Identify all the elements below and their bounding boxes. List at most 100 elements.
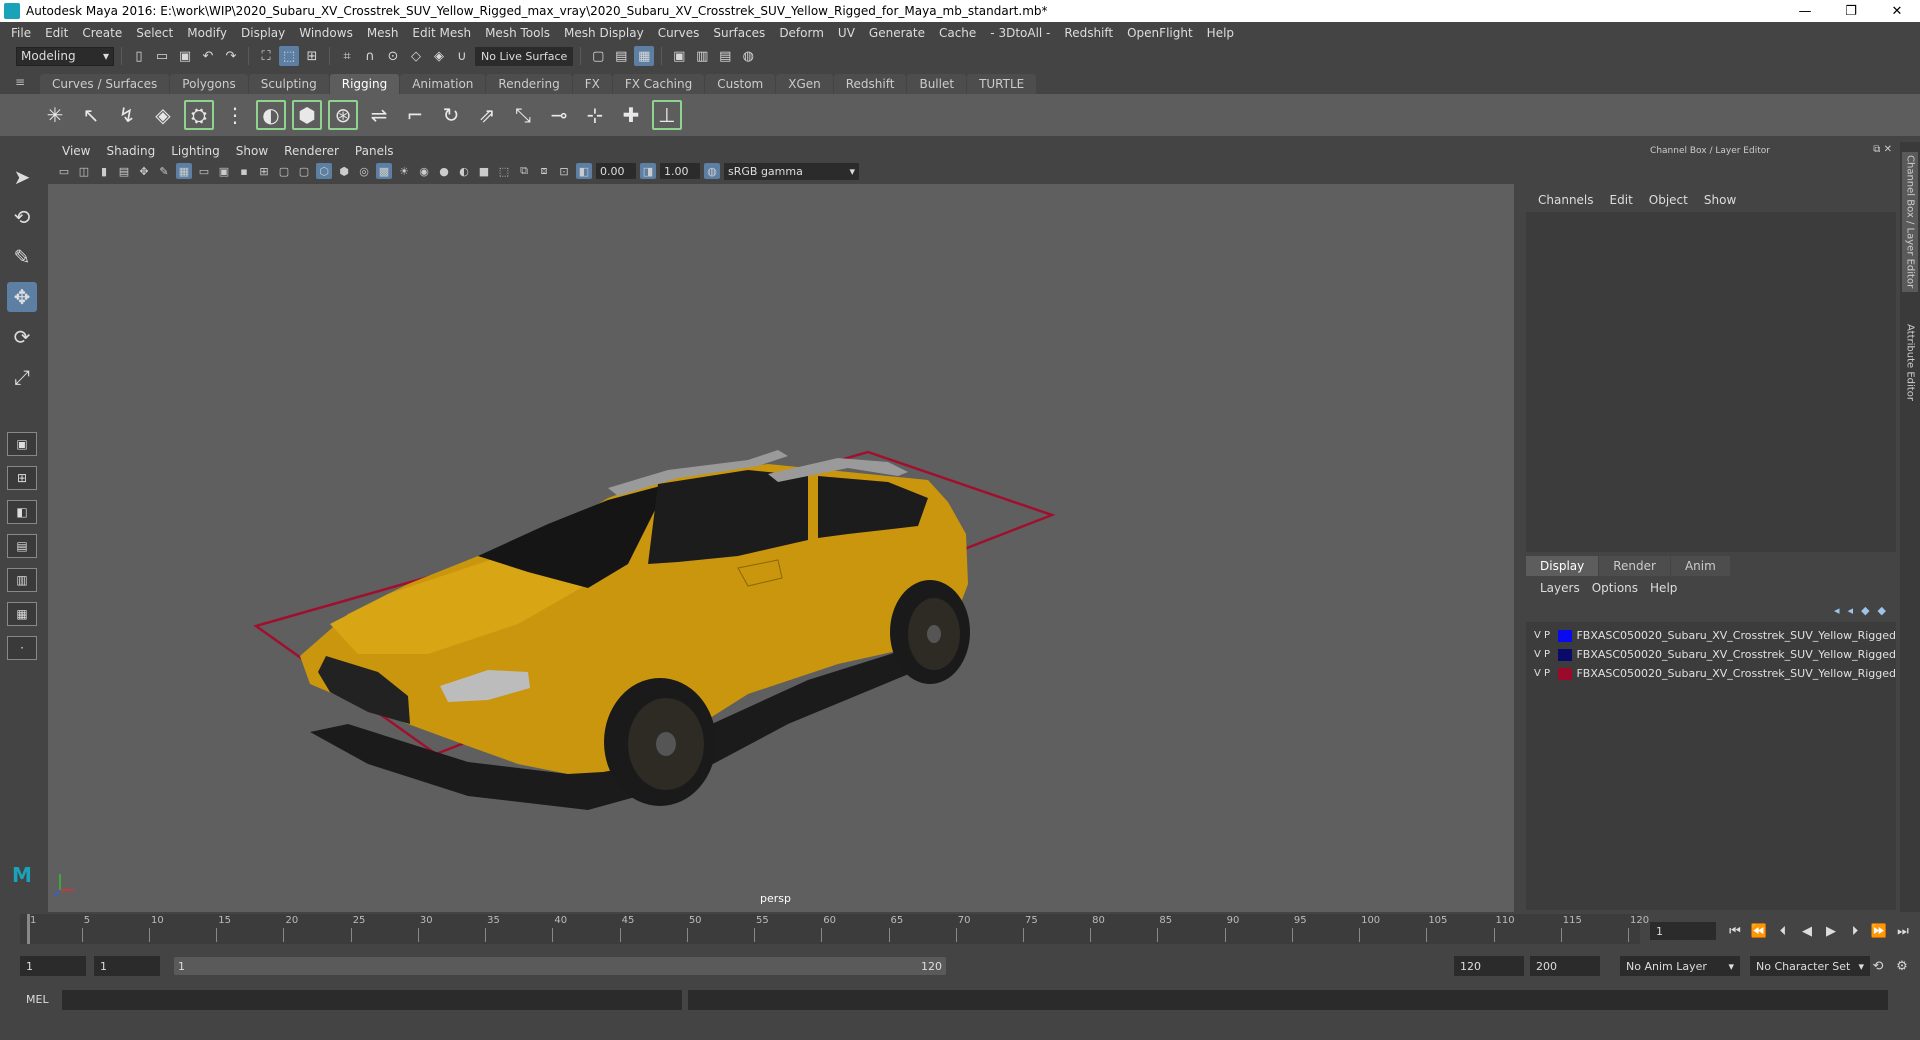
- scale-constraint-icon[interactable]: ⤡: [508, 100, 538, 130]
- select-component-icon[interactable]: ⊞: [302, 46, 322, 66]
- layer-color-swatch[interactable]: [1557, 648, 1573, 661]
- tab-fx[interactable]: FX: [572, 74, 612, 94]
- two-view-layout-icon[interactable]: ◧: [7, 500, 37, 524]
- snap-surface-icon[interactable]: ◈: [429, 46, 449, 66]
- render-settings-icon[interactable]: ▤: [715, 46, 735, 66]
- layer-row[interactable]: V P FBXASC050020_Subaru_XV_Crosstrek_SUV…: [1526, 664, 1896, 683]
- menu-cache[interactable]: Cache: [932, 26, 983, 40]
- shadows-icon[interactable]: ◉: [416, 163, 432, 179]
- minimize-button[interactable]: —: [1782, 0, 1828, 22]
- play-backwards-icon[interactable]: ◀: [1798, 922, 1816, 940]
- image-plane-icon[interactable]: ▤: [116, 163, 132, 179]
- wireframe-icon[interactable]: ⬡: [316, 163, 332, 179]
- tab-bullet[interactable]: Bullet: [907, 74, 967, 94]
- snap-curve-icon[interactable]: ∩: [360, 46, 380, 66]
- tab-rigging[interactable]: Rigging: [329, 74, 400, 94]
- motion-blur-icon[interactable]: ◐: [456, 163, 472, 179]
- redo-icon[interactable]: ↷: [221, 46, 241, 66]
- menu-edit[interactable]: Edit: [38, 26, 75, 40]
- tab-channel-box[interactable]: Channel Box / Layer Editor: [1902, 152, 1918, 292]
- step-forward-frame-icon[interactable]: ⏵: [1846, 922, 1864, 940]
- view-transform-dropdown[interactable]: sRGB gamma ▾: [724, 162, 859, 180]
- tab-custom[interactable]: Custom: [705, 74, 776, 94]
- rotate-tool-icon[interactable]: ⟳: [7, 322, 37, 352]
- move-layer-up-icon[interactable]: ◂: [1834, 604, 1840, 617]
- gamma-icon[interactable]: ◨: [640, 163, 656, 179]
- select-hierarchy-icon[interactable]: ⛶: [256, 46, 276, 66]
- command-input[interactable]: [62, 990, 682, 1010]
- camera-attributes-icon[interactable]: ◫: [76, 163, 92, 179]
- menu-mesh-display[interactable]: Mesh Display: [557, 26, 651, 40]
- playback-end-field[interactable]: 120: [1454, 956, 1524, 976]
- parent-constraint-icon[interactable]: ⇗: [472, 100, 502, 130]
- safe-title-icon[interactable]: ▢: [296, 163, 312, 179]
- smooth-bind-icon[interactable]: ⋮: [220, 100, 250, 130]
- isolate-select-icon[interactable]: ⬚: [496, 163, 512, 179]
- tab-turtle[interactable]: TURTLE: [967, 74, 1037, 94]
- bind-skin-icon[interactable]: ⛭: [184, 100, 214, 130]
- menu-display[interactable]: Display: [234, 26, 292, 40]
- grid-icon[interactable]: ▦: [176, 163, 192, 179]
- screen-ao-icon[interactable]: ●: [436, 163, 452, 179]
- exposure-icon[interactable]: ◧: [576, 163, 592, 179]
- tab-xgen[interactable]: XGen: [776, 74, 833, 94]
- tab-sculpting[interactable]: Sculpting: [248, 74, 329, 94]
- channels-menu[interactable]: Channels: [1532, 193, 1600, 207]
- tab-anim[interactable]: Anim: [1670, 556, 1730, 576]
- save-scene-icon[interactable]: ▣: [175, 46, 195, 66]
- layer-row[interactable]: V P FBXASC050020_Subaru_XV_Crosstrek_SUV…: [1526, 626, 1896, 645]
- current-frame-field[interactable]: 1: [1650, 922, 1716, 940]
- menu-file[interactable]: File: [4, 26, 38, 40]
- menu-windows[interactable]: Windows: [292, 26, 360, 40]
- gate-mask-icon[interactable]: ▪: [236, 163, 252, 179]
- magnet-icon[interactable]: ∪: [452, 46, 472, 66]
- channel-box-area[interactable]: [1526, 212, 1896, 552]
- xray-components-icon[interactable]: ⊡: [556, 163, 572, 179]
- command-language-label[interactable]: MEL: [26, 993, 49, 1006]
- tab-redshift[interactable]: Redshift: [833, 74, 907, 94]
- exposure-field[interactable]: 0.00: [596, 163, 636, 179]
- tab-rendering[interactable]: Rendering: [486, 74, 572, 94]
- character-set-dropdown[interactable]: No Character Set ▾: [1750, 956, 1870, 976]
- film-gate-icon[interactable]: ▭: [196, 163, 212, 179]
- preferences-icon[interactable]: ⚙: [1892, 956, 1912, 976]
- orient-constraint-icon[interactable]: ↻: [436, 100, 466, 130]
- move-tool-icon[interactable]: ✥: [7, 282, 37, 312]
- tab-display[interactable]: Display: [1526, 556, 1599, 576]
- menu-surfaces[interactable]: Surfaces: [706, 26, 772, 40]
- snap-grid-icon[interactable]: ⌗: [337, 46, 357, 66]
- use-all-lights-icon[interactable]: ☀: [396, 163, 412, 179]
- layer-visibility-toggle[interactable]: V P: [1534, 630, 1554, 641]
- auto-key-icon[interactable]: ⟲: [1868, 956, 1888, 976]
- paint-weights-icon[interactable]: ◐: [256, 100, 286, 130]
- select-object-icon[interactable]: ⬚: [279, 46, 299, 66]
- tab-curves-surfaces[interactable]: Curves / Surfaces: [40, 74, 170, 94]
- layers-menu[interactable]: Layers: [1534, 581, 1586, 595]
- animation-end-field[interactable]: 200: [1530, 956, 1600, 976]
- paint-select-icon[interactable]: ✎: [7, 242, 37, 272]
- viewport-menu-renderer[interactable]: Renderer: [276, 144, 347, 158]
- menu-openflight[interactable]: OpenFlight: [1120, 26, 1200, 40]
- menu-3dtoall[interactable]: - 3DtoAll -: [983, 26, 1057, 40]
- input-output-icon[interactable]: ▢: [588, 46, 608, 66]
- menu-set-dropdown[interactable]: Modeling ▾: [16, 46, 114, 66]
- insert-joint-icon[interactable]: ◈: [148, 100, 178, 130]
- 3d-viewport[interactable]: [48, 184, 1514, 912]
- step-back-key-icon[interactable]: ⏪: [1750, 922, 1768, 940]
- cluster-icon[interactable]: ⊛: [328, 100, 358, 130]
- tab-attribute-editor[interactable]: Attribute Editor: [1902, 312, 1918, 412]
- 2d-pan-zoom-icon[interactable]: ✥: [136, 163, 152, 179]
- snap-view-icon[interactable]: ◇: [406, 46, 426, 66]
- layer-name[interactable]: FBXASC050020_Subaru_XV_Crosstrek_SUV_Yel…: [1576, 629, 1896, 642]
- panel-float-close-icons[interactable]: ⧉ ✕: [1873, 144, 1892, 155]
- blend-shape-icon[interactable]: ⇌: [364, 100, 394, 130]
- new-layer-selected-icon[interactable]: ◆: [1878, 604, 1886, 617]
- undo-icon[interactable]: ↶: [198, 46, 218, 66]
- four-view-layout-icon[interactable]: ⊞: [7, 466, 37, 490]
- tab-fx-caching[interactable]: FX Caching: [612, 74, 705, 94]
- anim-layer-dropdown[interactable]: No Anim Layer ▾: [1620, 956, 1740, 976]
- tab-polygons[interactable]: Polygons: [170, 74, 248, 94]
- render-frame-icon[interactable]: ▣: [669, 46, 689, 66]
- layer-row[interactable]: V P FBXASC050020_Subaru_XV_Crosstrek_SUV…: [1526, 645, 1896, 664]
- render-view-icon[interactable]: ▦: [634, 46, 655, 66]
